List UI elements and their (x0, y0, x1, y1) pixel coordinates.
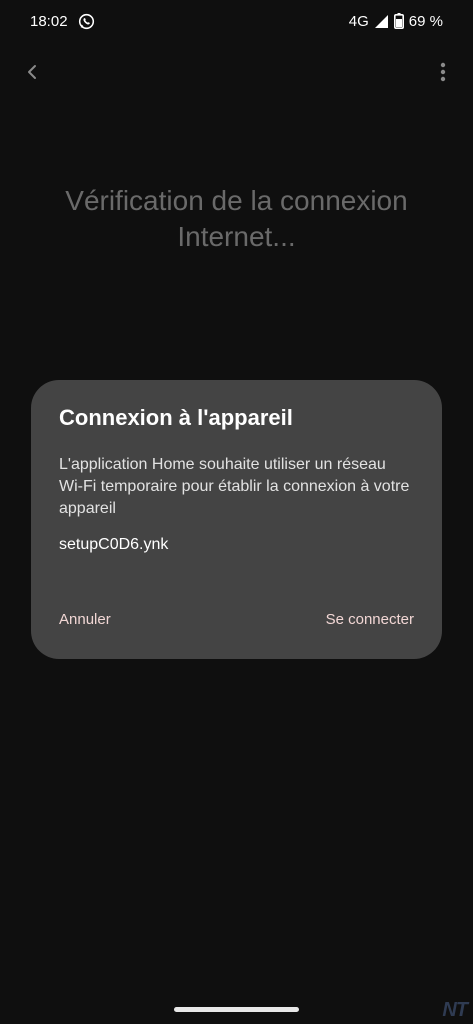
dialog-title: Connexion à l'appareil (59, 405, 293, 430)
watermark-logo: NT (442, 999, 468, 1021)
back-arrow-icon (25, 64, 39, 85)
gesture-nav-handle[interactable] (174, 1007, 299, 1012)
status-bar: 18:02 4G 69 % (0, 0, 473, 42)
whatsapp-icon (78, 13, 95, 30)
back-button[interactable] (18, 60, 46, 88)
status-right: 4G 69 % (349, 13, 443, 30)
network-type: 4G (348, 12, 369, 30)
signal-icon (374, 14, 389, 29)
connect-button[interactable]: Se connecter (326, 611, 414, 628)
dialog-message: L'application Home souhaite utiliser un … (59, 456, 410, 517)
more-options-button[interactable] (433, 60, 453, 88)
screen: 18:02 4G 69 % Vérification de la connexi… (0, 0, 473, 1024)
status-time: 18:02 (30, 12, 68, 30)
battery-percent: 69 % (408, 12, 443, 30)
more-vert-icon (440, 62, 446, 87)
page-title: Vérification de la connexion Internet... (65, 184, 408, 252)
network-name: setupC0D6.ynk (59, 536, 169, 553)
battery-icon (393, 13, 404, 29)
cancel-button[interactable]: Annuler (59, 611, 111, 628)
status-left: 18:02 (30, 13, 95, 30)
dialog-actions: Annuler Se connecter (59, 611, 414, 628)
connect-device-dialog: Connexion à l'appareil L'application Hom… (31, 380, 442, 659)
